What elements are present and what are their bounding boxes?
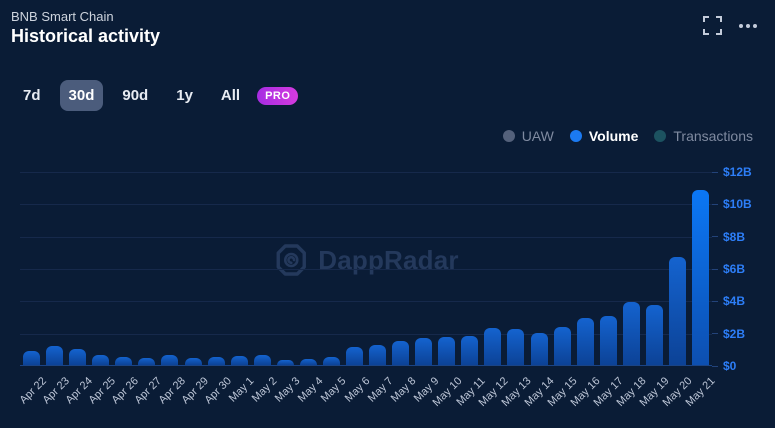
- volume-bar-may-6[interactable]: [345, 347, 363, 365]
- volume-bar-may-4[interactable]: [299, 359, 317, 365]
- y-axis-label: $8B: [723, 229, 746, 244]
- page-title: Historical activity: [11, 26, 161, 46]
- y-tick-mark: [712, 171, 718, 173]
- y-axis-label: $6B: [723, 262, 746, 276]
- chain-name: BNB Smart Chain: [11, 9, 114, 24]
- legend-label: UAW: [521, 128, 554, 144]
- y-axis-label: $12B: [723, 165, 752, 179]
- volume-bar-apr-22[interactable]: [23, 351, 41, 365]
- legend-item-volume[interactable]: Volume: [569, 128, 639, 144]
- chart-legend: UAW Volume Transactions: [502, 128, 753, 144]
- volume-bar-may-2[interactable]: [253, 354, 271, 365]
- volume-bar-may-20[interactable]: [668, 256, 686, 365]
- volume-bar-may-1[interactable]: [230, 355, 248, 365]
- range-button-all[interactable]: All: [212, 80, 249, 111]
- volume-bar-may-19[interactable]: [645, 305, 663, 365]
- volume-bar-may-7[interactable]: [369, 344, 387, 365]
- volume-bar-apr-30[interactable]: [207, 356, 225, 365]
- legend-item-uaw[interactable]: UAW: [502, 128, 554, 144]
- volume-bar-apr-29[interactable]: [184, 358, 202, 365]
- y-axis-label: $10B: [723, 197, 752, 212]
- y-axis-tick: $2B: [712, 326, 745, 342]
- y-axis-tick: $8B: [712, 229, 745, 245]
- x-axis-label: May 8: [388, 375, 419, 405]
- widget-header: BNB Smart Chain Historical activity: [11, 9, 160, 48]
- volume-bar-apr-28[interactable]: [161, 354, 179, 365]
- volume-bar-apr-27[interactable]: [138, 357, 156, 365]
- gridline-12b: [20, 172, 712, 173]
- range-button-7d[interactable]: 7d: [14, 80, 50, 111]
- legend-dot-volume: [569, 130, 582, 142]
- range-button-30d[interactable]: 30d: [59, 80, 104, 111]
- y-axis-label: $0: [723, 359, 737, 373]
- volume-bar-may-10[interactable]: [438, 336, 456, 365]
- x-axis-label: May 1: [226, 375, 257, 405]
- watermark: DappRadar: [273, 242, 459, 278]
- x-axis-label: May 3: [273, 375, 303, 405]
- legend-dot-transactions: [654, 130, 667, 142]
- volume-bar-may-8[interactable]: [392, 340, 410, 365]
- x-axis-label: May 7: [365, 375, 396, 405]
- volume-bar-may-16[interactable]: [576, 318, 594, 365]
- y-tick-mark: [712, 268, 718, 270]
- volume-bar-apr-25[interactable]: [92, 354, 110, 365]
- y-tick-mark: [712, 236, 718, 238]
- y-tick-mark: [712, 365, 718, 367]
- watermark-text: DappRadar: [318, 244, 459, 275]
- legend-dot-uaw: [502, 130, 515, 142]
- x-axis-label: May 4: [296, 375, 326, 405]
- x-axis-labels: Apr 22 Apr 23 Apr 24 Apr 25 Apr 26 Apr 27 Apr …: [0, 367, 775, 428]
- gridline-6b: [20, 269, 712, 270]
- y-axis-label: $2B: [723, 326, 746, 341]
- historical-activity-widget: BNB Smart Chain Historical activity 7d 30…: [0, 0, 775, 428]
- volume-bar-may-9[interactable]: [415, 337, 433, 365]
- y-axis-tick: $10B: [712, 196, 752, 212]
- y-tick-mark: [712, 333, 718, 335]
- volume-bar-apr-24[interactable]: [69, 348, 87, 365]
- volume-bar-may-5[interactable]: [322, 356, 340, 365]
- volume-bar-may-13[interactable]: [507, 329, 525, 365]
- y-axis-label: $4B: [723, 294, 746, 309]
- range-button-1y[interactable]: 1y: [167, 80, 202, 111]
- more-options-button[interactable]: [739, 23, 757, 28]
- header-actions: [703, 16, 757, 35]
- y-axis-tick: $0: [712, 358, 736, 374]
- gridline-10b: [20, 204, 712, 206]
- volume-bar-may-21[interactable]: [691, 190, 709, 365]
- ellipsis-icon: [739, 23, 757, 28]
- volume-bar-may-12[interactable]: [484, 327, 502, 365]
- y-tick-mark: [712, 203, 718, 205]
- volume-bar-apr-26[interactable]: [115, 357, 133, 365]
- x-axis-label: May 6: [342, 375, 372, 405]
- legend-item-transactions[interactable]: Transactions: [654, 128, 753, 144]
- time-range-selector: 7d 30d 90d 1y All PRO: [14, 80, 299, 111]
- fullscreen-button[interactable]: [703, 16, 722, 35]
- x-axis-label: May 5: [319, 375, 349, 405]
- gridline-4b: [20, 301, 712, 303]
- fullscreen-icon: [703, 16, 722, 35]
- volume-bar-may-14[interactable]: [530, 333, 548, 365]
- y-axis-tick: $12B: [712, 164, 752, 180]
- dappradar-logo-icon: [273, 242, 309, 278]
- volume-bar-apr-23[interactable]: [46, 345, 64, 365]
- volume-bar-may-15[interactable]: [553, 327, 571, 365]
- volume-bar-may-3[interactable]: [276, 360, 294, 365]
- legend-label: Transactions: [673, 128, 753, 144]
- x-axis-label: May 2: [250, 375, 280, 405]
- volume-bar-may-11[interactable]: [461, 335, 479, 365]
- gridline-8b: [20, 236, 712, 238]
- volume-bar-may-18[interactable]: [622, 301, 640, 365]
- legend-label: Volume: [588, 128, 639, 144]
- volume-bar-may-17[interactable]: [599, 315, 617, 365]
- pro-badge: PRO: [257, 86, 299, 105]
- chart-plot: DappRadar: [20, 172, 712, 366]
- y-axis-tick: $4B: [712, 293, 745, 309]
- y-axis-tick: $6B: [712, 261, 745, 277]
- y-tick-mark: [712, 300, 718, 302]
- range-button-90d[interactable]: 90d: [113, 80, 157, 111]
